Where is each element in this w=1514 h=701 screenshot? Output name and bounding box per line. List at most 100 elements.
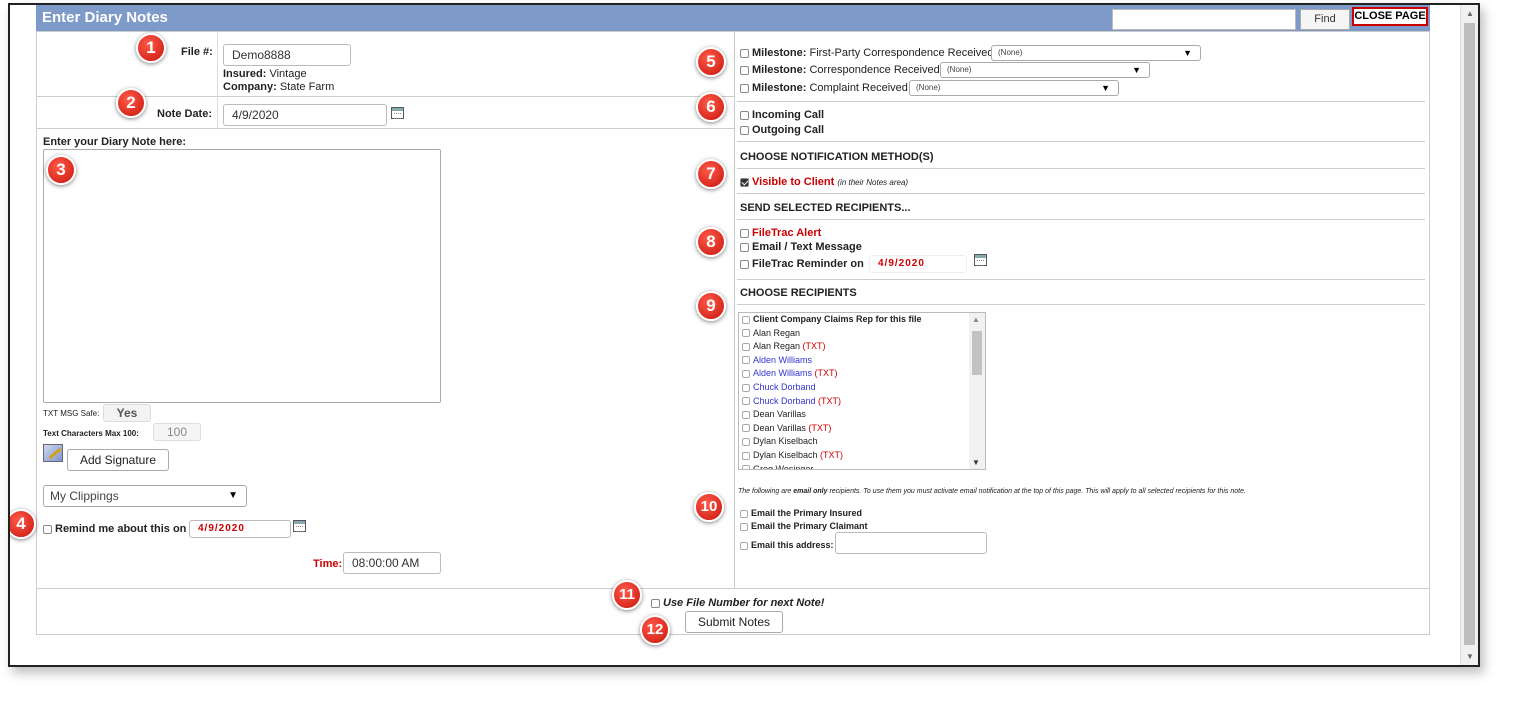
- milestone-checkbox[interactable]: [740, 48, 749, 58]
- listbox-scrollbar[interactable]: ▲ ▼: [969, 313, 985, 469]
- recipient-item[interactable]: Chuck Dorband: [739, 381, 985, 395]
- recipient-checkbox[interactable]: [742, 437, 750, 446]
- diary-note-label: Enter your Diary Note here:: [43, 136, 187, 148]
- divider: [37, 128, 734, 129]
- recipient-checkbox[interactable]: [742, 465, 750, 469]
- signature-pencil-icon[interactable]: [43, 444, 63, 465]
- visible-client-row: Visible to Client (in their Notes area): [740, 176, 908, 188]
- email-text-checkbox[interactable]: [740, 242, 749, 252]
- recipient-txt-suffix: (TXT): [814, 368, 838, 379]
- text-max-value: 100: [153, 423, 201, 441]
- email-address-input[interactable]: [835, 532, 987, 554]
- find-input[interactable]: [1112, 9, 1296, 30]
- scroll-up-icon[interactable]: ▲: [972, 315, 980, 324]
- recipient-item[interactable]: Alden Williams: [739, 354, 985, 368]
- calendar-icon[interactable]: [974, 254, 987, 269]
- milestone-select-1[interactable]: (None) ▼: [991, 45, 1201, 61]
- page-scrollbar[interactable]: ▲ ▼: [1460, 5, 1478, 665]
- recipient-name: Chuck Dorband: [753, 381, 816, 392]
- reminder-checkbox[interactable]: [740, 259, 749, 269]
- divider: [737, 219, 1425, 220]
- recipient-item[interactable]: Greg Wesinger: [739, 463, 985, 470]
- note-date-input[interactable]: 4/9/2020: [223, 104, 387, 126]
- primary-insured-checkbox[interactable]: [740, 509, 748, 518]
- recipient-item[interactable]: Client Company Claims Rep for this file: [739, 313, 985, 327]
- recipient-item[interactable]: Dean Varillas (TXT): [739, 422, 985, 436]
- time-input[interactable]: 08:00:00 AM: [343, 552, 441, 574]
- milestone-select-2[interactable]: (None) ▼: [940, 62, 1150, 78]
- recipient-txt-suffix: (TXT): [802, 341, 826, 352]
- chevron-down-icon: ▼: [1183, 48, 1192, 58]
- recipient-item[interactable]: Alan Regan (TXT): [739, 340, 985, 354]
- recipient-item[interactable]: Alden Williams (TXT): [739, 367, 985, 381]
- txt-safe-value: Yes: [103, 404, 151, 422]
- divider: [737, 168, 1425, 169]
- recipient-item[interactable]: Dylan Kiselbach: [739, 435, 985, 449]
- recipient-checkbox[interactable]: [742, 410, 750, 419]
- recipient-checkbox[interactable]: [742, 370, 750, 378]
- scroll-up-icon[interactable]: ▲: [1461, 9, 1478, 18]
- primary-claimant-row: Email the Primary Claimant: [740, 521, 868, 531]
- recipient-checkbox[interactable]: [742, 397, 750, 406]
- recipient-checkbox[interactable]: [742, 383, 750, 392]
- incoming-call-row: Incoming Call: [740, 109, 824, 121]
- submit-notes-button[interactable]: Submit Notes: [685, 611, 783, 633]
- annotation-badge: 12: [640, 615, 670, 645]
- recipient-checkbox[interactable]: [742, 342, 750, 351]
- file-number-input[interactable]: Demo8888: [223, 44, 351, 66]
- reminder-row: FileTrac Reminder on: [740, 258, 864, 270]
- email-only-note: The following are email only recipients.…: [738, 488, 1246, 495]
- annotation-badge: 4: [10, 509, 36, 539]
- milestone-checkbox[interactable]: [740, 83, 749, 93]
- reminder-date-input[interactable]: 4/9/2020: [869, 255, 967, 273]
- recipient-item[interactable]: Alan Regan: [739, 327, 985, 341]
- filetrac-alert-checkbox[interactable]: [740, 228, 749, 238]
- calendar-icon[interactable]: [391, 107, 404, 122]
- recipient-checkbox[interactable]: [742, 356, 750, 365]
- close-page-button[interactable]: CLOSE PAGE: [1352, 7, 1428, 26]
- insured-row: Insured: Vintage: [223, 68, 307, 80]
- visible-client-checkbox[interactable]: [740, 177, 749, 187]
- email-address-checkbox[interactable]: [740, 541, 748, 550]
- chevron-down-icon: ▼: [1101, 83, 1110, 93]
- email-text-row: Email / Text Message: [740, 241, 862, 253]
- milestone-select-3[interactable]: (None) ▼: [909, 80, 1119, 96]
- recipient-checkbox[interactable]: [742, 315, 750, 324]
- diary-note-textarea[interactable]: [43, 149, 441, 403]
- recipient-name: Dylan Kiselbach: [753, 449, 821, 460]
- recipient-item[interactable]: Chuck Dorband (TXT): [739, 395, 985, 409]
- recipient-item[interactable]: Dean Varillas: [739, 408, 985, 422]
- recipient-name: Greg Wesinger: [753, 463, 814, 470]
- recipient-checkbox[interactable]: [742, 424, 750, 433]
- remind-date-input[interactable]: 4/9/2020: [189, 520, 291, 538]
- clippings-select[interactable]: My Clippings ▼: [43, 485, 247, 507]
- diary-form: File #: Demo8888 Insured: Vintage Compan…: [36, 31, 1430, 635]
- remind-checkbox[interactable]: [43, 524, 52, 534]
- page-title: Enter Diary Notes: [42, 9, 168, 26]
- annotation-badge: 3: [46, 155, 76, 185]
- scroll-down-icon[interactable]: ▼: [972, 458, 980, 467]
- use-file-checkbox[interactable]: [651, 598, 660, 608]
- recipient-name: Alden Williams: [753, 354, 813, 365]
- recipient-item[interactable]: Dylan Kiselbach (TXT): [739, 449, 985, 463]
- incoming-call-checkbox[interactable]: [740, 110, 749, 120]
- recipient-txt-suffix: (TXT): [820, 449, 844, 460]
- outgoing-call-checkbox[interactable]: [740, 125, 749, 135]
- milestone-row-1: Milestone: First-Party Correspondence Re…: [740, 47, 994, 59]
- find-button[interactable]: Find: [1300, 9, 1350, 30]
- recipients-heading: CHOOSE RECIPIENTS: [740, 287, 857, 299]
- recipients-listbox[interactable]: Client Company Claims Rep for this file A…: [738, 312, 986, 470]
- milestone-checkbox[interactable]: [740, 65, 749, 75]
- scroll-down-icon[interactable]: ▼: [1461, 652, 1478, 661]
- recipient-checkbox[interactable]: [742, 329, 750, 338]
- recipient-name: Client Company Claims Rep for this file: [753, 314, 922, 324]
- recipient-name: Alan Regan: [753, 341, 803, 352]
- divider: [737, 141, 1425, 142]
- primary-claimant-checkbox[interactable]: [740, 522, 748, 531]
- annotation-badge: 6: [696, 92, 726, 122]
- calendar-icon[interactable]: [293, 520, 306, 535]
- add-signature-button[interactable]: Add Signature: [67, 449, 169, 471]
- scrollbar-thumb[interactable]: [1464, 23, 1475, 645]
- recipient-checkbox[interactable]: [742, 451, 750, 460]
- browser-frame: Enter Diary Notes Find CLOSE PAGE File #…: [8, 3, 1480, 667]
